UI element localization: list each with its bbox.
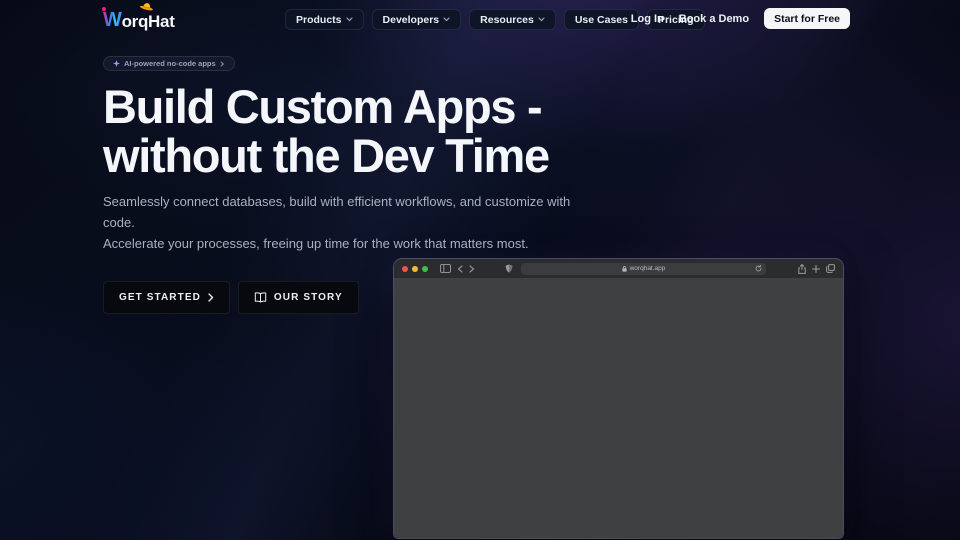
get-started-button[interactable]: GET STARTED [103,281,230,314]
chevron-down-icon [538,17,545,22]
brand-logo[interactable]: W orqHat [103,9,175,32]
hat-icon [139,0,155,11]
url-text: worqhat.app [630,265,666,272]
lock-icon [622,266,627,272]
logo-w-mark: W [103,9,122,32]
browser-viewport [394,278,843,539]
top-navigation: W orqHat Products Developers Resources [0,0,960,40]
hero-title-line2: without the Dev Time [103,129,549,182]
plus-icon [812,265,820,273]
nav-item-products[interactable]: Products [285,9,364,30]
book-demo-link[interactable]: Book a Demo [679,13,749,25]
nav-item-use-cases[interactable]: Use Cases [564,9,639,30]
hero-subtitle-line2: Accelerate your processes, freeing up ti… [103,236,529,251]
announcement-badge[interactable]: AI-powered no-code apps [103,56,235,71]
nav-item-label: Resources [480,14,534,26]
hero-subtitle-line1: Seamlessly connect databases, build with… [103,194,570,230]
chevron-right-icon [208,293,214,302]
sparkle-icon [113,60,120,67]
nav-item-developers[interactable]: Developers [372,9,462,30]
our-story-label: OUR STORY [274,292,343,303]
share-icon [798,264,806,274]
nav-item-label: Developers [383,14,440,26]
book-icon [254,292,267,303]
hero-title: Build Custom Apps - without the Dev Time [103,82,573,180]
get-started-label: GET STARTED [119,292,201,303]
nav-item-label: Use Cases [575,14,628,26]
toolbar-right-actions [798,264,835,274]
nav-item-label: Products [296,14,342,26]
start-free-button[interactable]: Start for Free [764,8,850,29]
tabs-icon [826,264,835,273]
our-story-button[interactable]: OUR STORY [238,281,359,314]
nav-actions: Log In Book a Demo Start for Free [631,8,850,29]
hero-title-line1: Build Custom Apps - [103,80,541,133]
hero-subtitle: Seamlessly connect databases, build with… [103,191,573,254]
chevron-down-icon [346,17,353,22]
chevron-down-icon [443,17,450,22]
refresh-icon [755,265,762,272]
hero-buttons: GET STARTED OUR STORY [103,281,573,314]
hero-section: AI-powered no-code apps Build Custom App… [103,54,573,314]
nav-item-resources[interactable]: Resources [469,9,556,30]
logo-text: orqHat [122,12,175,32]
logo-dot [102,7,106,11]
login-link[interactable]: Log In [631,13,664,25]
badge-text: AI-powered no-code apps [124,59,216,68]
chevron-right-icon [220,61,225,67]
